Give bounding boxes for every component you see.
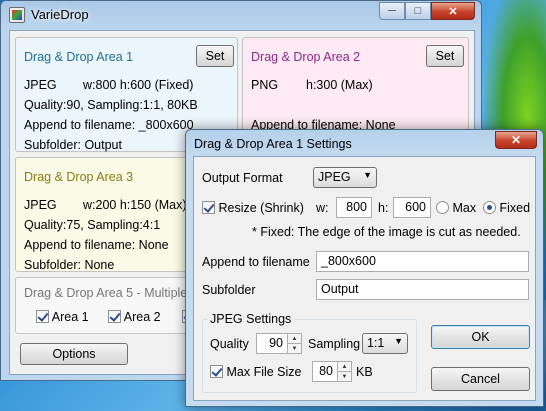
area-size: w:200 h:150 (Max) — [83, 198, 187, 212]
chevron-down-icon: ▼ — [363, 170, 372, 180]
subfolder-input[interactable]: Output — [316, 279, 529, 300]
minimize-icon: ─ — [388, 5, 396, 17]
jpeg-settings-group — [202, 319, 417, 393]
fixed-radio-row[interactable]: Fixed — [483, 201, 530, 215]
area-append: Append to filename: _800x600 — [24, 118, 194, 132]
app-icon[interactable] — [9, 7, 25, 23]
checkbox[interactable] — [36, 310, 49, 323]
caption-buttons: ─ □ ✕ — [379, 2, 475, 20]
main-titlebar[interactable]: VarieDrop ─ □ ✕ — [1, 1, 481, 29]
set-button-label: Set — [435, 49, 455, 63]
options-button[interactable]: Options — [20, 343, 128, 365]
width-label: w: — [316, 201, 329, 215]
max-file-size-label: Max File Size — [226, 365, 302, 379]
fixed-note: * Fixed: The edge of the image is cut as… — [252, 225, 521, 239]
subfolder-label: Subfolder — [202, 283, 256, 297]
fixed-radio[interactable] — [483, 201, 496, 214]
area5-check-area1[interactable]: Area 1 — [36, 310, 89, 324]
max-file-size-input[interactable]: 80 — [312, 361, 338, 382]
area-size: h:300 (Max) — [306, 78, 373, 92]
close-icon: ✕ — [448, 5, 458, 18]
area-format: JPEG — [24, 78, 57, 92]
options-button-label: Options — [52, 347, 96, 361]
area-title: Drag & Drop Area 3 — [24, 170, 134, 184]
output-format-value: JPEG — [318, 170, 351, 184]
close-icon: ✕ — [510, 133, 522, 147]
quality-label: Quality — [210, 337, 249, 351]
maximize-button[interactable]: □ — [405, 2, 431, 20]
spin-up-icon[interactable]: ▲ — [288, 334, 301, 344]
chevron-down-icon: ▼ — [394, 336, 403, 346]
area-subfolder: Subfolder: None — [24, 258, 115, 272]
area-quality: Quality:75, Sampling:4:1 — [24, 218, 161, 232]
sampling-select[interactable]: 1:1 ▼ — [362, 333, 408, 354]
set-button[interactable]: Set — [196, 45, 234, 67]
dialog-client-area: Output Format JPEG ▼ Resize (Shrink) w: … — [193, 156, 536, 401]
max-file-size-spinner[interactable]: ▲ ▼ — [338, 361, 352, 382]
spin-down-icon[interactable]: ▼ — [288, 344, 301, 353]
checkbox[interactable] — [108, 310, 121, 323]
max-file-size-checkbox[interactable] — [210, 365, 223, 378]
max-radio-row[interactable]: Max — [436, 201, 476, 215]
set-button-label: Set — [205, 49, 225, 63]
sampling-value: 1:1 — [367, 336, 385, 350]
append-label: Append to filename — [202, 255, 310, 269]
spin-up-icon[interactable]: ▲ — [338, 362, 351, 372]
area-title: Drag & Drop Area 5 - Multiple — [24, 286, 188, 300]
area-quality: Quality:90, Sampling:1:1, 80KB — [24, 98, 198, 112]
maximize-icon: □ — [414, 5, 422, 17]
dialog-title: Drag & Drop Area 1 Settings — [194, 137, 352, 151]
set-button[interactable]: Set — [426, 45, 464, 67]
area-title: Drag & Drop Area 2 — [251, 50, 361, 64]
height-label: h: — [378, 201, 389, 215]
cancel-button-label: Cancel — [461, 372, 500, 386]
max-radio[interactable] — [436, 201, 449, 214]
quality-spinner[interactable]: ▲ ▼ — [288, 333, 302, 354]
minimize-button[interactable]: ─ — [379, 2, 405, 20]
max-file-size-row[interactable]: Max File Size — [210, 365, 302, 379]
window-title: VarieDrop — [31, 7, 89, 22]
area-title: Drag & Drop Area 1 — [24, 50, 134, 64]
append-input[interactable]: _800x600 — [316, 251, 529, 272]
kb-label: KB — [356, 365, 373, 379]
spin-down-icon[interactable]: ▼ — [338, 372, 351, 381]
ok-button-label: OK — [471, 330, 490, 344]
output-format-select[interactable]: JPEG ▼ — [313, 167, 377, 188]
checkbox-label: Area 2 — [123, 310, 161, 324]
close-button[interactable]: ✕ — [431, 2, 475, 20]
resize-checkbox-row[interactable]: Resize (Shrink) — [202, 201, 304, 215]
area-append: Append to filename: None — [24, 238, 169, 252]
area-size: w:800 h:600 (Fixed) — [83, 78, 194, 92]
height-input[interactable]: 600 — [393, 197, 431, 218]
ok-button[interactable]: OK — [431, 325, 530, 349]
resize-checkbox[interactable] — [202, 201, 215, 214]
area5-check-area2[interactable]: Area 2 — [108, 310, 161, 324]
sampling-label: Sampling — [308, 337, 361, 351]
output-format-label: Output Format — [202, 171, 283, 185]
checkbox-label: Area 1 — [51, 310, 89, 324]
area-format: PNG — [251, 78, 279, 92]
quality-input[interactable]: 90 — [256, 333, 288, 354]
width-input[interactable]: 800 — [336, 197, 372, 218]
fixed-label: Fixed — [499, 201, 531, 215]
settings-dialog: Drag & Drop Area 1 Settings ✕ Output For… — [185, 129, 544, 407]
jpeg-settings-title: JPEG Settings — [207, 312, 295, 326]
area-subfolder: Subfolder: Output — [24, 138, 122, 152]
cancel-button[interactable]: Cancel — [431, 367, 530, 391]
resize-label: Resize (Shrink) — [218, 201, 304, 215]
max-label: Max — [452, 201, 477, 215]
area-format: JPEG — [24, 198, 57, 212]
dialog-close-button[interactable]: ✕ — [495, 131, 537, 149]
